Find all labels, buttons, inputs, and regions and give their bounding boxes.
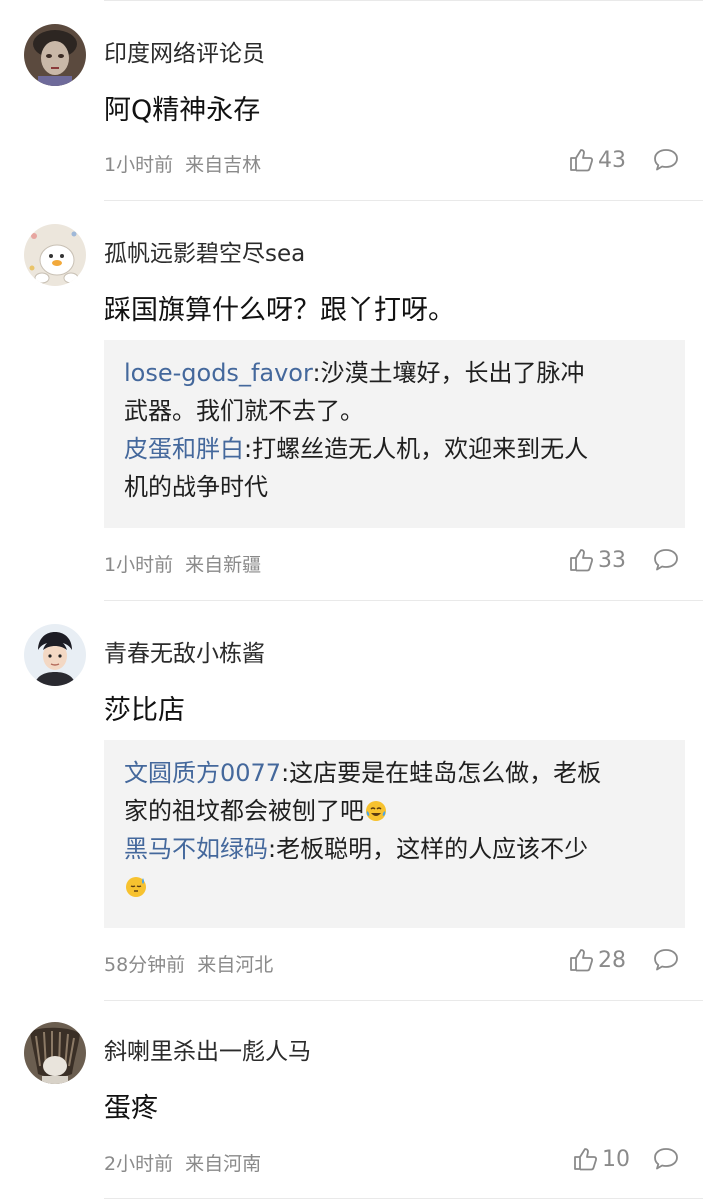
timestamp: 2小时前 <box>104 1153 174 1175</box>
username[interactable]: 斜喇里杀出一彪人马 <box>104 1032 311 1066</box>
location: 来自吉林 <box>185 154 262 176</box>
thumbs-up-icon <box>570 949 594 972</box>
comment-feed: 印度网络评论员 阿Q精神永存 1小时前 来自吉林 43 孤帆远影碧空尽sea 踩… <box>0 0 703 1200</box>
comment-bubble-icon <box>654 949 678 971</box>
like-count: 43 <box>598 147 626 173</box>
thumbs-up-icon <box>574 1148 598 1171</box>
divider <box>104 1198 703 1199</box>
comment-bubble-icon <box>654 149 678 171</box>
reply-preview-box[interactable]: 文圆质方0077:这店要是在蛙岛怎么做，老板 家的祖坟都会被刨了吧 黑马不如绿码… <box>104 740 685 928</box>
reply-username[interactable]: 文圆质方0077 <box>124 759 281 787</box>
like-count: 33 <box>598 547 626 573</box>
comment-meta: 58分钟前 来自河北 <box>104 950 273 977</box>
comment-text: 踩国旗算什么呀？跟丫打呀。 <box>104 295 455 326</box>
comment-bubble-icon <box>654 549 678 571</box>
reply-text: :老板聪明，这样的人应该不少 <box>268 835 589 863</box>
reply-username[interactable]: 皮蛋和胖白 <box>124 435 244 463</box>
comment-text: 阿Q精神永存 <box>104 95 261 126</box>
thumbs-up-icon <box>570 549 594 572</box>
reply-text: :这店要是在蛙岛怎么做，老板 <box>281 759 602 787</box>
comment-text: 蛋疼 <box>104 1093 158 1124</box>
timestamp: 1小时前 <box>104 154 174 176</box>
location: 来自新疆 <box>185 554 262 576</box>
location: 来自河南 <box>185 1153 262 1175</box>
reply-text: 武器。我们就不去了。 <box>124 397 364 425</box>
laughing-tears-emoji <box>364 796 388 821</box>
reply-button[interactable] <box>652 546 680 574</box>
like-count: 28 <box>598 947 626 973</box>
reply-button[interactable] <box>652 946 680 974</box>
like-button[interactable]: 43 <box>568 146 626 174</box>
reply-preview: 文圆质方0077:这店要是在蛙岛怎么做，老板 家的祖坟都会被刨了吧 <box>124 754 667 830</box>
sweat-emoji <box>124 872 148 897</box>
comment-meta: 2小时前 来自河南 <box>104 1149 261 1176</box>
comment-item: 孤帆远影碧空尽sea 踩国旗算什么呀？跟丫打呀。 lose-gods_favor… <box>0 200 703 600</box>
comment-text: 莎比店 <box>104 695 185 726</box>
timestamp: 58分钟前 <box>104 954 186 976</box>
comment-item: 斜喇里杀出一彪人马 蛋疼 2小时前 来自河南 10 <box>0 1000 703 1200</box>
thumbs-up-icon <box>570 149 594 172</box>
reply-text: 家的祖坟都会被刨了吧 <box>124 797 364 825</box>
reply-username[interactable]: lose-gods_favor <box>124 359 312 387</box>
reply-button[interactable] <box>652 146 680 174</box>
comment-meta: 1小时前 来自新疆 <box>104 550 261 577</box>
like-count: 10 <box>602 1146 630 1172</box>
avatar[interactable] <box>24 1022 86 1084</box>
reply-text: :沙漠土壤好，长出了脉冲 <box>312 359 585 387</box>
reply-preview-box[interactable]: lose-gods_favor:沙漠土壤好，长出了脉冲 武器。我们就不去了。 皮… <box>104 340 685 528</box>
reply-text: :打螺丝造无人机，欢迎来到无人 <box>244 435 589 463</box>
like-button[interactable]: 28 <box>568 946 626 974</box>
avatar[interactable] <box>24 224 86 286</box>
comment-meta: 1小时前 来自吉林 <box>104 150 261 177</box>
location: 来自河北 <box>197 954 274 976</box>
reply-username[interactable]: 黑马不如绿码 <box>124 835 268 863</box>
comment-bubble-icon <box>654 1148 678 1170</box>
timestamp: 1小时前 <box>104 554 174 576</box>
reply-button[interactable] <box>652 1145 680 1173</box>
comment-item: 印度网络评论员 阿Q精神永存 1小时前 来自吉林 43 <box>0 0 703 200</box>
username[interactable]: 孤帆远影碧空尽sea <box>104 234 305 268</box>
username[interactable]: 青春无敌小栋酱 <box>104 634 265 668</box>
avatar[interactable] <box>24 624 86 686</box>
reply-text: 机的战争时代 <box>124 473 268 501</box>
reply-preview: lose-gods_favor:沙漠土壤好，长出了脉冲 武器。我们就不去了。 <box>124 354 667 430</box>
username[interactable]: 印度网络评论员 <box>104 34 265 68</box>
comment-item: 青春无敌小栋酱 莎比店 文圆质方0077:这店要是在蛙岛怎么做，老板 家的祖坟都… <box>0 600 703 1000</box>
reply-preview: 皮蛋和胖白:打螺丝造无人机，欢迎来到无人 机的战争时代 <box>124 430 667 506</box>
avatar[interactable] <box>24 24 86 86</box>
like-button[interactable]: 10 <box>572 1145 630 1173</box>
like-button[interactable]: 33 <box>568 546 626 574</box>
reply-preview: 黑马不如绿码:老板聪明，这样的人应该不少 <box>124 830 667 906</box>
